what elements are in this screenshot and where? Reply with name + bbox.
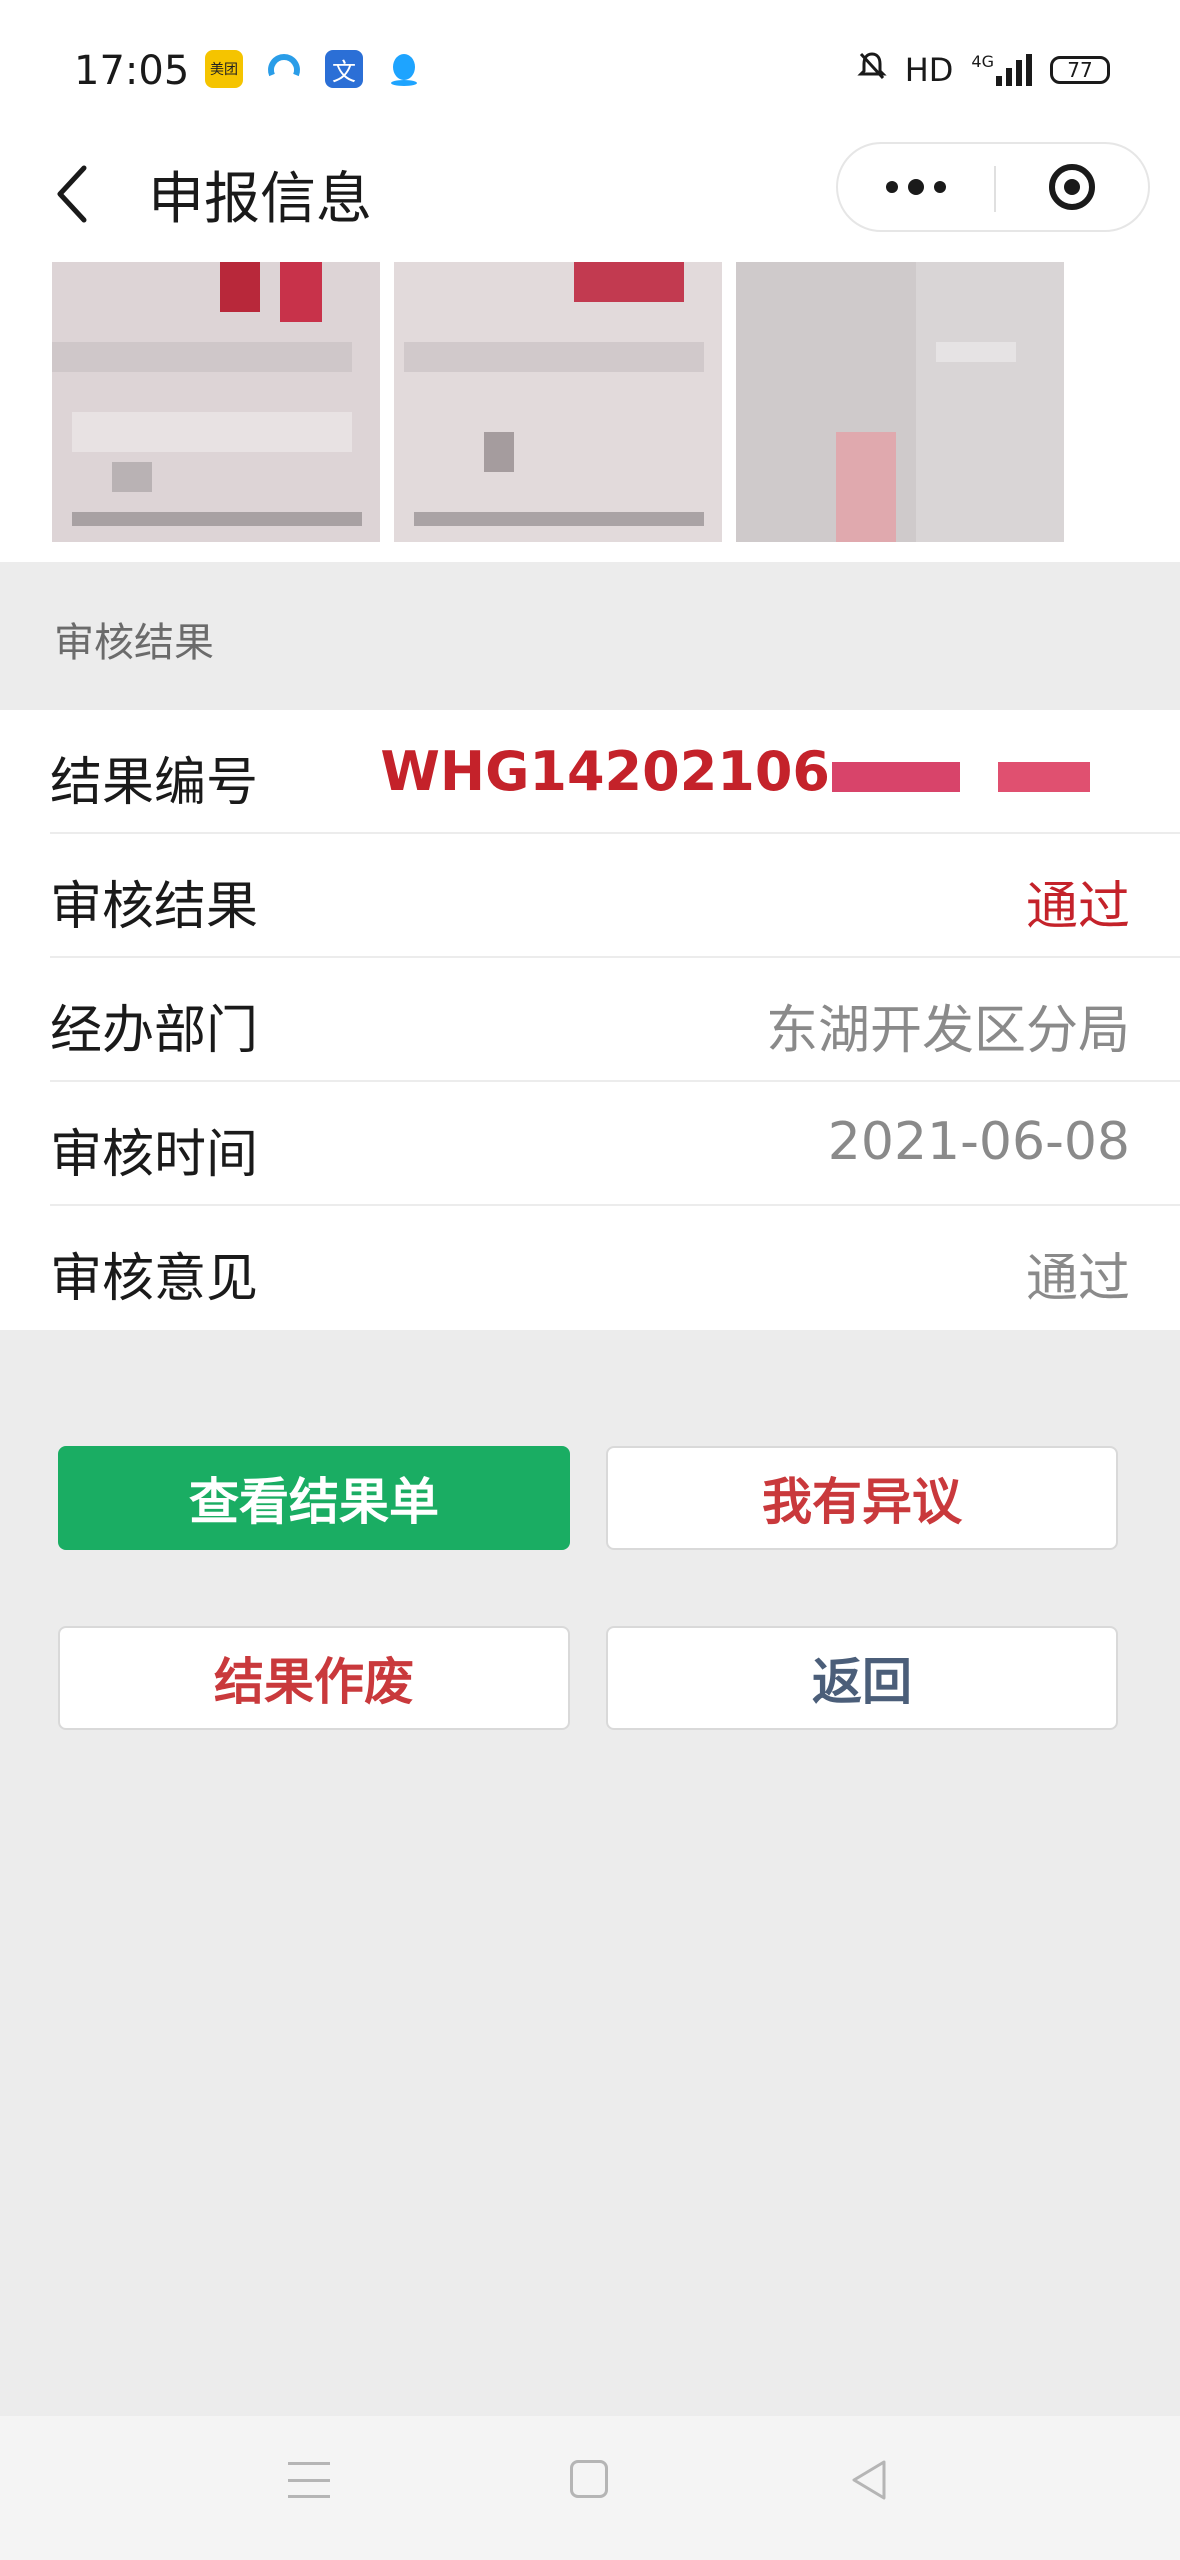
status-bar: 17:05 美团 文 HD 4G 77 bbox=[0, 0, 1180, 140]
status-app-icons: 美团 文 bbox=[205, 50, 423, 88]
home-icon[interactable] bbox=[570, 2460, 608, 2498]
network-type: HD bbox=[904, 51, 954, 89]
status-time: 17:05 bbox=[74, 48, 190, 94]
section-header: 审核结果 bbox=[0, 562, 1180, 710]
void-result-button[interactable]: 结果作废 bbox=[58, 1626, 570, 1730]
redaction-mark bbox=[832, 762, 960, 792]
info-label: 审核时间 bbox=[50, 1125, 259, 1185]
translate-icon: 文 bbox=[325, 50, 363, 88]
department-value: 东湖开发区分局 bbox=[765, 1001, 1130, 1061]
attachment-thumbnail[interactable] bbox=[52, 262, 380, 542]
result-number-value: WHG14202106 bbox=[380, 740, 830, 803]
more-dots-icon[interactable] bbox=[838, 144, 994, 230]
attachment-thumbnail[interactable] bbox=[394, 262, 722, 542]
info-label: 审核意见 bbox=[50, 1249, 259, 1309]
info-row-department: 经办部门 东湖开发区分局 bbox=[50, 958, 1180, 1082]
attachment-gallery bbox=[0, 262, 1180, 562]
page-title: 申报信息 bbox=[148, 167, 372, 232]
info-label: 审核结果 bbox=[50, 877, 259, 937]
objection-button[interactable]: 我有异议 bbox=[606, 1446, 1118, 1550]
section-title: 审核结果 bbox=[54, 620, 214, 666]
signal-icon: 4G bbox=[971, 54, 1032, 86]
battery-icon: 77 bbox=[1050, 56, 1110, 84]
review-time-value: 2021-06-08 bbox=[827, 1112, 1130, 1172]
chevron-left-icon[interactable] bbox=[48, 152, 98, 232]
view-result-button[interactable]: 查看结果单 bbox=[58, 1446, 570, 1550]
back-triangle-icon[interactable] bbox=[846, 2456, 890, 2504]
page-header: 申报信息 bbox=[0, 140, 1180, 262]
back-button[interactable]: 返回 bbox=[606, 1626, 1118, 1730]
browser-icon bbox=[265, 50, 303, 88]
info-label: 结果编号 bbox=[50, 753, 259, 813]
info-row-review-opinion: 审核意见 通过 bbox=[50, 1206, 1130, 1330]
info-label: 经办部门 bbox=[50, 1001, 259, 1061]
menu-icon[interactable] bbox=[288, 2462, 330, 2498]
target-icon[interactable] bbox=[996, 144, 1148, 230]
mute-icon bbox=[857, 50, 887, 90]
system-nav-bar bbox=[0, 2416, 1180, 2560]
signal-label: 4G bbox=[971, 52, 994, 71]
redaction-mark bbox=[998, 762, 1090, 792]
info-row-result-number: 结果编号 WHG14202106 bbox=[50, 710, 1180, 834]
attachment-thumbnail[interactable] bbox=[736, 262, 1064, 542]
review-opinion-value: 通过 bbox=[1025, 1249, 1130, 1309]
review-info-list: 结果编号 WHG14202106 审核结果 通过 经办部门 东湖开发区分局 审核… bbox=[0, 710, 1180, 1330]
miniprogram-capsule bbox=[836, 142, 1150, 232]
status-indicators: HD 4G 77 bbox=[857, 50, 1110, 90]
battery-level: 77 bbox=[1067, 58, 1093, 82]
review-result-value: 通过 bbox=[1025, 877, 1130, 937]
info-row-review-time: 审核时间 2021-06-08 bbox=[50, 1082, 1180, 1206]
signal-bars bbox=[996, 54, 1032, 86]
qq-icon bbox=[385, 50, 423, 88]
info-row-review-result: 审核结果 通过 bbox=[50, 834, 1180, 958]
meituan-icon: 美团 bbox=[205, 50, 243, 88]
